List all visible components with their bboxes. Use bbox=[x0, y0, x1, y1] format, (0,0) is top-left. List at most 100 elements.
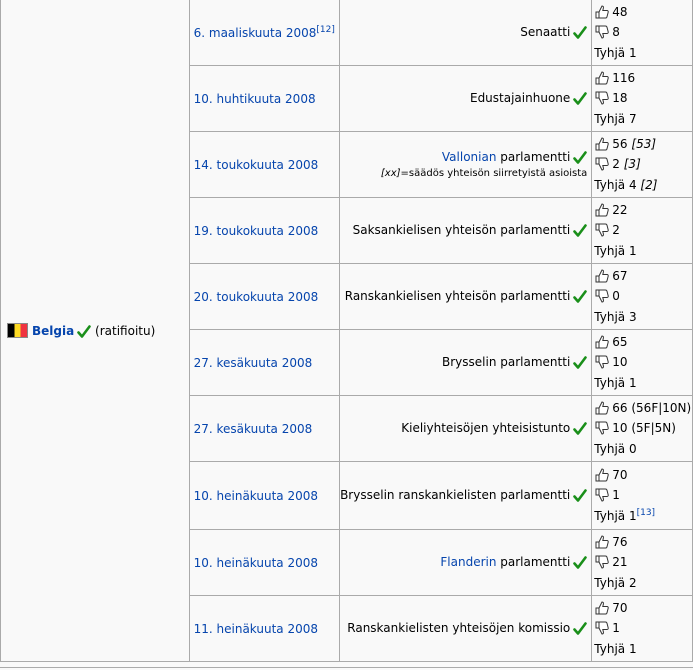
thumbs-down-icon bbox=[594, 222, 610, 238]
date-link[interactable]: 6. maaliskuuta 2008 bbox=[194, 26, 317, 40]
thumbs-up-icon bbox=[594, 600, 610, 616]
yes-count: 116 bbox=[612, 70, 636, 85]
date-link[interactable]: 19. toukokuuta 2008 bbox=[194, 224, 319, 238]
check-icon bbox=[573, 92, 588, 106]
table-bottom-border bbox=[0, 667, 693, 668]
votes-cell: 65 10 Tyhjä 1 bbox=[591, 329, 693, 396]
abstain-count: Tyhjä 1 bbox=[594, 45, 637, 60]
date-link[interactable]: 11. heinäkuuta 2008 bbox=[194, 622, 318, 636]
body-name: Brysselin ranskankielisten parlamentti bbox=[340, 488, 571, 502]
ratification-table-page: Belgia (ratifioitu) 6. maaliskuuta 2008[1… bbox=[0, 0, 693, 670]
abstain-count: Tyhjä 1 bbox=[594, 508, 637, 523]
abstain-votes: Tyhjä 1 bbox=[594, 241, 692, 262]
no-note: [3] bbox=[623, 157, 641, 172]
no-votes: 10 bbox=[594, 352, 692, 373]
body-link[interactable]: Vallonian bbox=[442, 150, 497, 164]
body-name: parlamentti bbox=[496, 555, 571, 569]
abstain-votes: Tyhjä 1 bbox=[594, 639, 692, 660]
yes-count: 48 bbox=[612, 4, 628, 19]
thumbs-up-icon bbox=[594, 70, 610, 86]
date-cell: 6. maaliskuuta 2008[12] bbox=[188, 0, 341, 66]
date-link[interactable]: 27. kesäkuuta 2008 bbox=[194, 422, 313, 436]
no-votes: 18 bbox=[594, 88, 692, 109]
thumbs-down-icon bbox=[594, 288, 610, 304]
date-cell: 11. heinäkuuta 2008 bbox=[188, 595, 341, 662]
yes-votes: 65 bbox=[594, 332, 692, 353]
no-count: 10 (5F|5N) bbox=[612, 421, 676, 436]
body-name: parlamentti bbox=[496, 150, 571, 164]
body-cell: Brysselin parlamentti bbox=[339, 329, 593, 396]
check-icon bbox=[573, 151, 588, 165]
thumbs-down-icon bbox=[594, 554, 610, 570]
yes-note: [53] bbox=[631, 136, 657, 151]
date-link[interactable]: 14. toukokuuta 2008 bbox=[194, 158, 319, 172]
yes-votes: 48 bbox=[594, 2, 692, 23]
footnote-ref[interactable]: [12] bbox=[316, 25, 334, 35]
thumbs-up-icon bbox=[594, 534, 610, 550]
date-link[interactable]: 10. heinäkuuta 2008 bbox=[194, 489, 318, 503]
body-link[interactable]: Flanderin bbox=[440, 555, 496, 569]
abstain-note: [2] bbox=[640, 177, 658, 192]
thumbs-up-icon bbox=[594, 136, 610, 152]
thumbs-up-icon bbox=[594, 467, 610, 483]
date-cell: 19. toukokuuta 2008 bbox=[188, 197, 341, 264]
yes-count: 22 bbox=[612, 202, 628, 217]
check-icon bbox=[573, 622, 588, 636]
votes-cell: 76 21 Tyhjä 2 bbox=[591, 529, 693, 596]
date-link[interactable]: 27. kesäkuuta 2008 bbox=[194, 356, 313, 370]
yes-votes: 70 bbox=[594, 465, 692, 486]
body-name: Ranskankielisen yhteisön parlamentti bbox=[344, 289, 571, 303]
date-cell: 14. toukokuuta 2008 bbox=[188, 131, 341, 198]
yes-votes: 76 bbox=[594, 532, 692, 553]
votes-cell: 48 8 Tyhjä 1 bbox=[591, 0, 693, 66]
body-cell: Ranskankielisen yhteisön parlamentti bbox=[339, 263, 593, 330]
no-count: 10 bbox=[612, 355, 628, 370]
date-link[interactable]: 20. toukokuuta 2008 bbox=[194, 290, 319, 304]
body-name: Ranskankielisten yhteisöjen komissio bbox=[347, 621, 571, 635]
no-count: 2 bbox=[612, 157, 620, 172]
votes-cell: 56 [53] 2 [3] Tyhjä 4 [2] bbox=[591, 131, 693, 198]
country-link[interactable]: Belgia bbox=[32, 324, 74, 338]
ratification-table: Belgia (ratifioitu) 6. maaliskuuta 2008[1… bbox=[0, 0, 693, 662]
no-count: 8 bbox=[612, 25, 620, 40]
date-link[interactable]: 10. heinäkuuta 2008 bbox=[194, 556, 318, 570]
no-votes: 10 (5F|5N) bbox=[594, 418, 692, 439]
body-name: Saksankielisen yhteisön parlamentti bbox=[352, 223, 571, 237]
date-link[interactable]: 10. huhtikuuta 2008 bbox=[194, 92, 316, 106]
thumbs-up-icon bbox=[594, 268, 610, 284]
thumbs-up-icon bbox=[594, 400, 610, 416]
check-icon bbox=[77, 324, 92, 339]
abstain-votes: Tyhjä 1[13] bbox=[594, 506, 692, 527]
country-cell: Belgia (ratifioitu) bbox=[0, 0, 190, 662]
thumbs-down-icon bbox=[594, 90, 610, 106]
body-name: Brysselin parlamentti bbox=[442, 355, 571, 369]
thumbs-up-icon bbox=[594, 334, 610, 350]
no-count: 0 bbox=[612, 289, 620, 304]
abstain-votes: Tyhjä 4 [2] bbox=[594, 175, 692, 196]
abstain-count: Tyhjä 1 bbox=[594, 375, 637, 390]
abstain-votes: Tyhjä 2 bbox=[594, 573, 692, 594]
abstain-votes: Tyhjä 0 bbox=[594, 439, 692, 460]
yes-votes: 22 bbox=[594, 200, 692, 221]
check-icon bbox=[573, 356, 588, 370]
table-row: Belgia (ratifioitu) 6. maaliskuuta 2008[1… bbox=[0, 0, 693, 662]
abstain-votes: Tyhjä 1 bbox=[594, 43, 692, 64]
body-cell: Edustajainhuone bbox=[339, 65, 593, 132]
thumbs-up-icon bbox=[594, 4, 610, 20]
votes-cell: 67 0 Tyhjä 3 bbox=[591, 263, 693, 330]
no-count: 18 bbox=[612, 91, 628, 106]
abstain-count: Tyhjä 7 bbox=[594, 111, 637, 126]
votes-cell: 116 18 Tyhjä 7 bbox=[591, 65, 693, 132]
abstain-count: Tyhjä 3 bbox=[594, 309, 637, 324]
footnote-ref[interactable]: [13] bbox=[637, 508, 655, 518]
belgium-flag-icon bbox=[7, 322, 28, 338]
body-cell: Ranskankielisten yhteisöjen komissio bbox=[339, 595, 593, 662]
date-cell: 10. heinäkuuta 2008 bbox=[188, 529, 341, 596]
date-cell: 10. huhtikuuta 2008 bbox=[188, 65, 341, 132]
body-cell: Vallonian parlamentti [xx]=säädös yhteisö… bbox=[339, 131, 593, 198]
body-cell: Brysselin ranskankielisten parlamentti bbox=[339, 461, 593, 530]
yes-votes: 56 [53] bbox=[594, 134, 692, 155]
check-icon bbox=[573, 26, 588, 40]
ratification-status: (ratifioitu) bbox=[95, 323, 156, 338]
no-votes: 8 bbox=[594, 22, 692, 43]
